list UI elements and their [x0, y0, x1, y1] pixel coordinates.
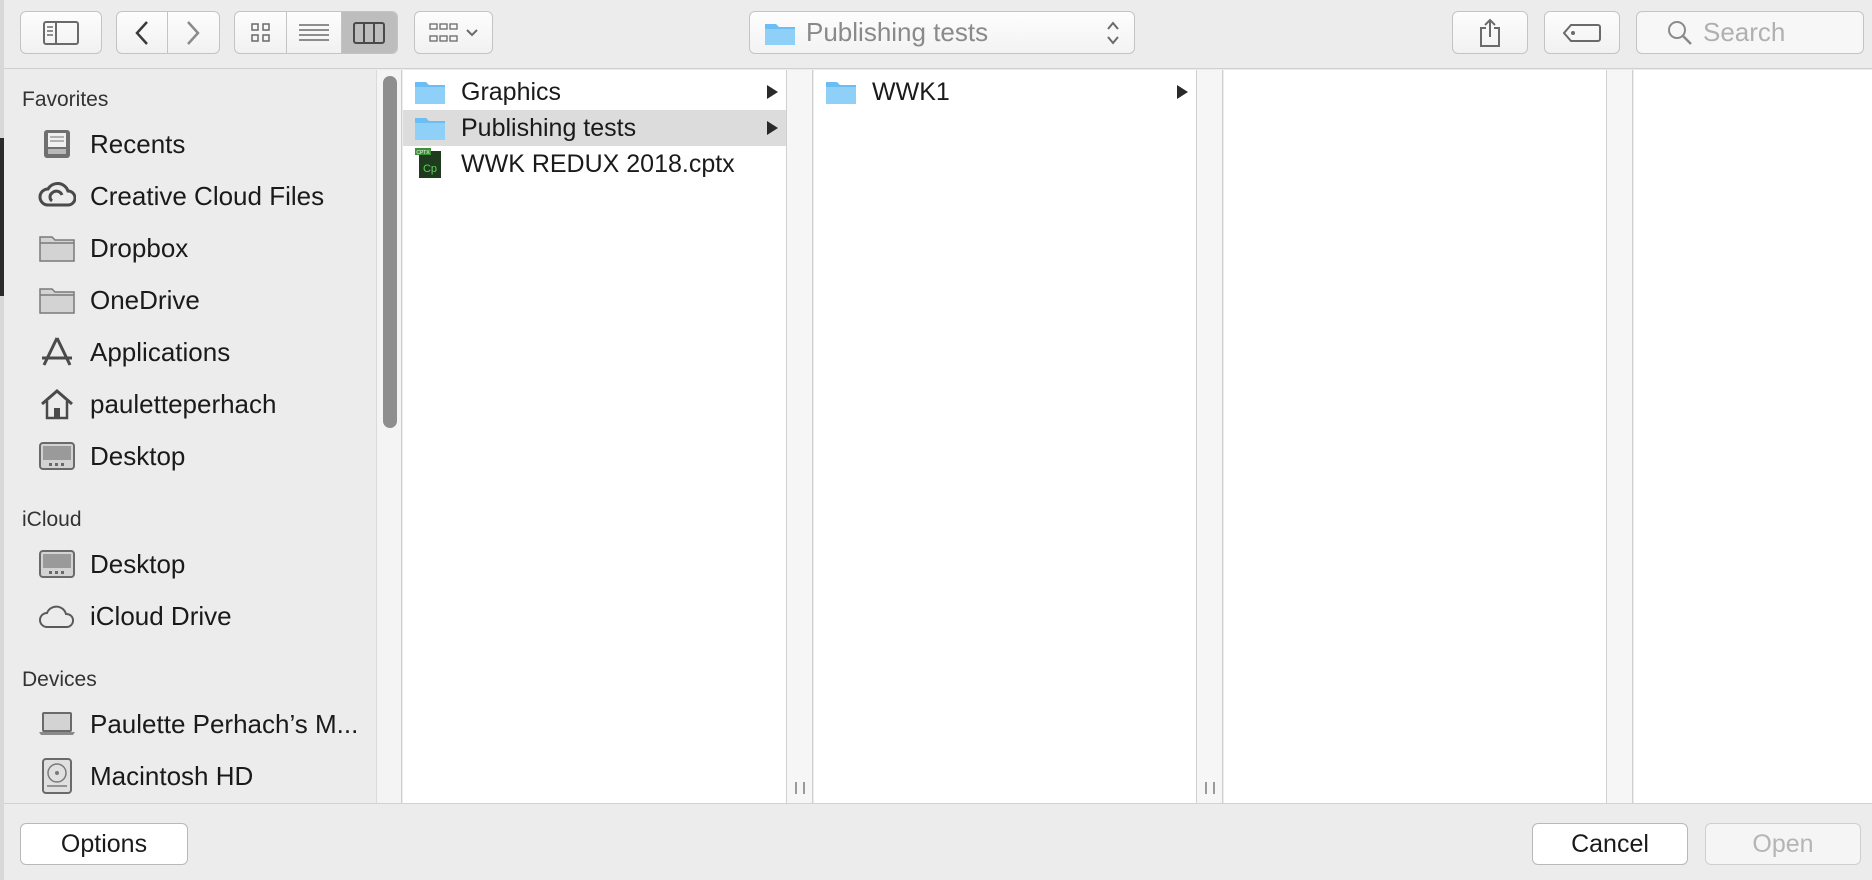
browser-column-1: Graphics Publishing tests CPTX Cp WWK RED…: [403, 70, 787, 803]
updown-chevron-icon: [1107, 20, 1119, 45]
sidebar-item-label: OneDrive: [90, 284, 200, 315]
sidebar-item-home[interactable]: pauletteperhach: [38, 380, 276, 428]
sidebar-item-macbook[interactable]: Paulette Perhach’s M...: [38, 700, 358, 748]
sidebar-toggle-button[interactable]: [20, 11, 102, 54]
svg-text:CPTX: CPTX: [416, 150, 430, 156]
folder-icon: [415, 118, 445, 140]
search-icon: [1668, 20, 1692, 45]
file-row-label: Publishing tests: [461, 113, 637, 142]
column-resize-handle-3[interactable]: [1607, 70, 1633, 803]
column-resize-handle-2[interactable]: [1197, 70, 1223, 803]
cloud-icon: [39, 605, 74, 628]
sidebar-item-label: Desktop: [90, 548, 186, 579]
scrollbar-thumb[interactable]: [383, 76, 397, 428]
disclosure-arrow-icon: [767, 85, 778, 99]
sidebar-item-applications[interactable]: Applications: [38, 328, 230, 376]
browser-column-2: WWK1: [814, 70, 1197, 803]
arrange-button[interactable]: [414, 11, 493, 54]
chevron-right-icon: [187, 20, 200, 45]
path-popup-label: Publishing tests: [806, 17, 989, 47]
browser-column-3: [1224, 70, 1607, 803]
column-view-button[interactable]: [341, 12, 397, 53]
recents-icon: [44, 130, 70, 158]
sidebar-section-icloud: iCloud: [22, 508, 82, 531]
hard-drive-icon: [42, 758, 72, 794]
sidebar-section-devices: Devices: [22, 668, 97, 691]
open-button[interactable]: Open: [1705, 823, 1861, 865]
search-field[interactable]: Search: [1636, 11, 1864, 54]
disclosure-arrow-icon: [767, 121, 778, 135]
share-button[interactable]: [1452, 11, 1528, 54]
share-icon: [1480, 18, 1500, 47]
sidebar-item-creative-cloud-files[interactable]: Creative Cloud Files: [38, 172, 324, 220]
sidebar-item-label: Applications: [90, 336, 231, 367]
file-row-graphics[interactable]: Graphics: [403, 74, 786, 110]
file-row-label: Graphics: [461, 77, 562, 106]
toolbar: Publishing tests Search: [4, 0, 1872, 69]
sidebar-item-icloud-desktop[interactable]: Desktop: [38, 540, 185, 588]
column-resize-handle-1[interactable]: [787, 70, 813, 803]
captivate-file-icon: CPTX Cp: [415, 148, 441, 178]
sidebar-toggle-icon: [43, 20, 79, 45]
arrange-grid-icon: [428, 22, 458, 42]
list-view-icon: [299, 23, 330, 41]
folder-icon: [415, 82, 445, 104]
file-row-label: WWK1: [872, 77, 950, 106]
folder-icon: [826, 82, 856, 104]
svg-text:Cp: Cp: [423, 163, 437, 175]
creative-cloud-icon: [38, 182, 76, 207]
sidebar-scrollbar[interactable]: [376, 70, 402, 803]
sidebar-item-label: Creative Cloud Files: [90, 180, 325, 211]
sidebar-item-macintosh-hd[interactable]: Macintosh HD: [38, 752, 253, 800]
options-button[interactable]: Options: [20, 823, 188, 865]
grid-view-icon: [250, 22, 270, 42]
sidebar-item-label: Paulette Perhach’s M...: [90, 708, 359, 739]
list-view-button[interactable]: [287, 12, 342, 53]
tag-icon: [1563, 23, 1601, 42]
sidebar-section-favorites: Favorites: [22, 88, 109, 111]
view-mode-segment: [234, 11, 398, 54]
sidebar-item-label: Dropbox: [90, 232, 189, 263]
path-popup-button[interactable]: Publishing tests: [749, 11, 1135, 54]
sidebar-item-label: Macintosh HD: [90, 760, 254, 791]
folder-icon: [39, 236, 75, 262]
browser-column-4: [1634, 70, 1872, 803]
folder-icon: [39, 288, 75, 314]
home-icon: [41, 389, 73, 420]
search-placeholder: Search: [1703, 17, 1786, 47]
sidebar-item-icloud-drive[interactable]: iCloud Drive: [38, 592, 232, 640]
disclosure-arrow-icon: [1177, 85, 1188, 99]
sidebar-item-label: pauletteperhach: [90, 388, 277, 419]
sidebar-item-onedrive[interactable]: OneDrive: [38, 276, 200, 324]
sidebar-item-dropbox[interactable]: Dropbox: [38, 224, 188, 272]
sidebar-item-label: Desktop: [90, 440, 186, 471]
chevron-down-icon: [465, 28, 478, 36]
cancel-button[interactable]: Cancel: [1532, 823, 1688, 865]
desktop-icon: [39, 442, 75, 470]
laptop-icon: [39, 712, 75, 735]
back-button[interactable]: [117, 12, 168, 53]
desktop-icon: [39, 550, 75, 578]
sidebar-item-recents[interactable]: Recents: [38, 120, 185, 168]
applications-icon: [42, 337, 72, 366]
sidebar-item-desktop[interactable]: Desktop: [38, 432, 185, 480]
nav-segment: [116, 11, 220, 54]
tags-button[interactable]: [1544, 11, 1620, 54]
sidebar: Favorites Recents Creative Cloud Files D…: [4, 70, 376, 803]
sidebar-item-label: Recents: [90, 128, 186, 159]
file-row-label: WWK REDUX 2018.cptx: [461, 149, 735, 178]
icon-view-button[interactable]: [235, 12, 288, 53]
file-row-wwk1[interactable]: WWK1: [814, 74, 1196, 110]
file-row-wwk-redux[interactable]: CPTX Cp WWK REDUX 2018.cptx: [403, 146, 786, 182]
sidebar-item-label: iCloud Drive: [90, 600, 232, 631]
file-row-publishing-tests[interactable]: Publishing tests: [403, 110, 786, 146]
column-view-icon: [353, 21, 386, 44]
folder-icon: [765, 23, 795, 45]
dialog-footer: Options Cancel Open: [4, 803, 1872, 880]
forward-button[interactable]: [168, 12, 219, 53]
chevron-left-icon: [135, 20, 148, 45]
